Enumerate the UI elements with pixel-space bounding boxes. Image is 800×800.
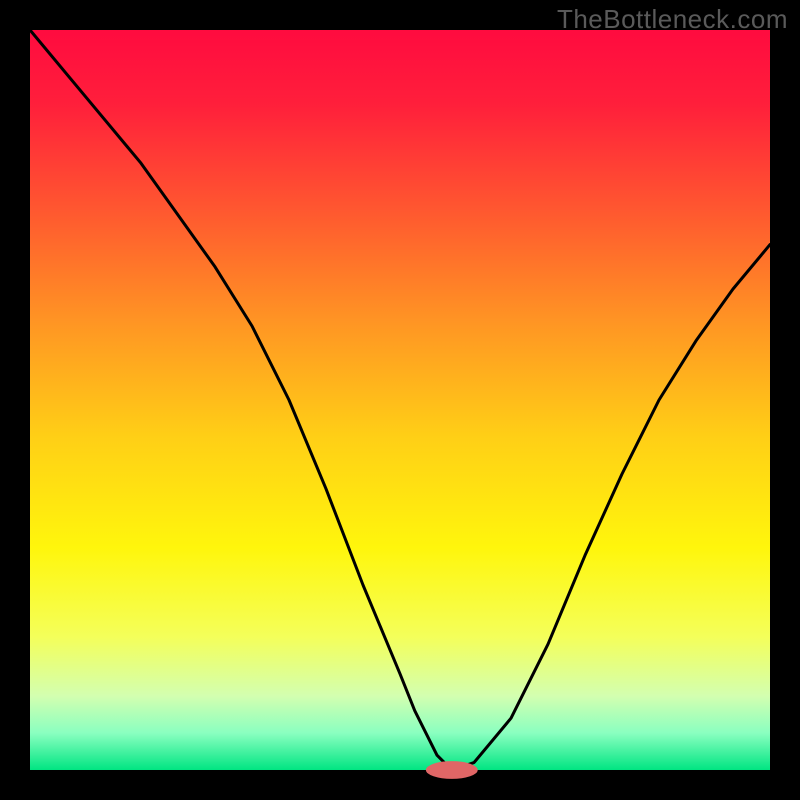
bottleneck-chart <box>0 0 800 800</box>
watermark-text: TheBottleneck.com <box>557 4 788 35</box>
chart-frame: TheBottleneck.com <box>0 0 800 800</box>
optimal-marker <box>426 761 478 779</box>
